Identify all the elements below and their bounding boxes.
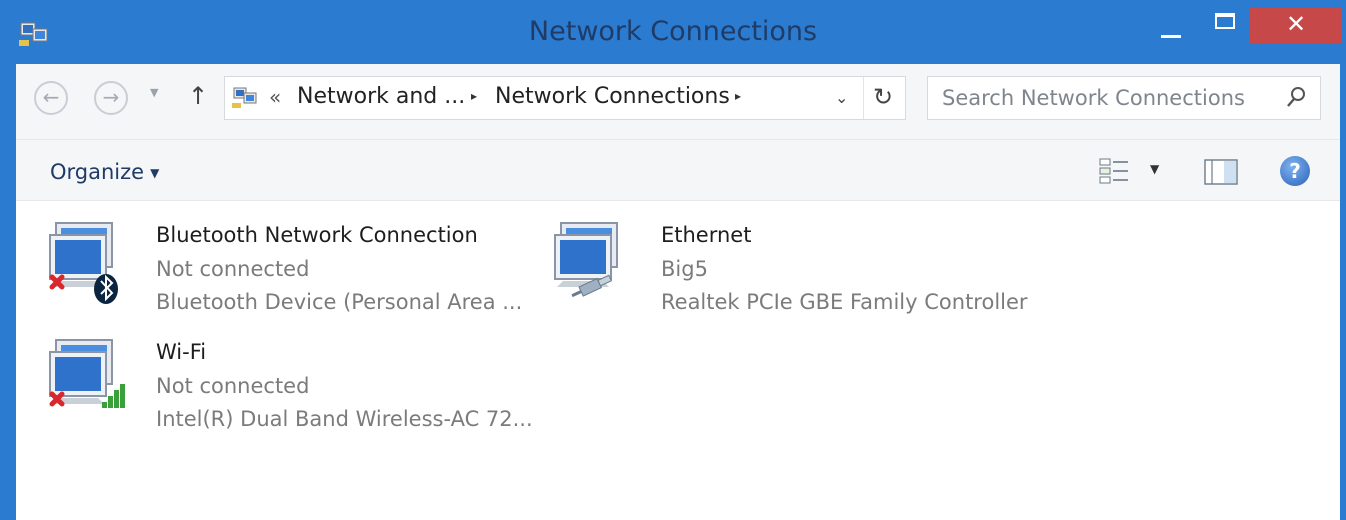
ethernet-network-icon [554, 222, 618, 298]
close-button[interactable]: ✕ [1250, 8, 1342, 44]
breadcrumb-separator[interactable]: ▸ [735, 89, 741, 103]
title-bar: Network Connections ✕ [0, 0, 1346, 64]
back-arrow-icon: ← [42, 85, 60, 109]
bluetooth-network-icon [49, 222, 118, 304]
connections-list: Bluetooth Network Connection Not connect… [16, 201, 1340, 520]
breadcrumb-network-and-sharing[interactable]: Network and ... [297, 84, 465, 109]
close-icon: ✕ [1285, 10, 1307, 38]
window-client: ← → ▼ ↑ « Network and ... ▸ Network Conn… [16, 64, 1340, 520]
forward-button[interactable]: → [94, 81, 128, 115]
connection-device: Realtek PCIe GBE Family Controller [661, 290, 1028, 314]
breadcrumb-separator[interactable]: ▸ [471, 89, 477, 103]
chevron-down-icon: ▼ [150, 166, 160, 180]
connection-device: Bluetooth Device (Personal Area ... [156, 290, 523, 314]
navigation-bar: ← → ▼ ↑ « Network and ... ▸ Network Conn… [16, 64, 1340, 139]
connection-item-bluetooth[interactable]: Bluetooth Network Connection Not connect… [16, 201, 536, 314]
minimize-button[interactable] [1145, 8, 1205, 48]
connection-status: Not connected [156, 257, 310, 281]
change-view-icon[interactable] [1098, 156, 1132, 186]
connection-item-wifi[interactable]: Wi-Fi Not connected Intel(R) Dual Band W… [16, 318, 536, 431]
organize-menu[interactable]: Organize ▼ [50, 160, 159, 184]
wifi-network-icon [49, 339, 125, 408]
view-options-dropdown[interactable]: ▼ [1150, 162, 1159, 176]
maximize-icon [1215, 13, 1235, 29]
address-divider [863, 77, 864, 119]
up-arrow-icon: ↑ [188, 82, 209, 110]
disconnected-x-icon [49, 274, 65, 290]
address-bar[interactable]: « Network and ... ▸ Network Connections … [224, 76, 906, 120]
search-box[interactable]: Search Network Connections [927, 76, 1321, 120]
address-history-dropdown[interactable]: ⌄ [835, 88, 848, 107]
search-input[interactable]: Search Network Connections [942, 86, 1245, 110]
connection-item-ethernet[interactable]: Ethernet Big5 Realtek PCIe GBE Family Co… [521, 201, 1041, 314]
connection-device: Intel(R) Dual Band Wireless-AC 72... [156, 407, 533, 431]
back-button[interactable]: ← [34, 81, 68, 115]
network-connections-icon [232, 87, 257, 108]
connection-status: Big5 [661, 257, 708, 281]
disconnected-x-icon [49, 391, 65, 407]
breadcrumb-overflow[interactable]: « [269, 85, 281, 109]
maximize-button[interactable] [1205, 8, 1249, 48]
connection-name: Wi-Fi [156, 340, 207, 364]
preview-pane-icon[interactable] [1204, 158, 1238, 186]
connection-name: Ethernet [661, 223, 752, 247]
connection-name: Bluetooth Network Connection [156, 223, 478, 247]
command-bar: Organize ▼ ▼ ? [16, 139, 1340, 201]
help-icon[interactable]: ? [1280, 156, 1310, 186]
up-button[interactable]: ↑ [188, 82, 208, 110]
minimize-icon [1161, 35, 1181, 38]
organize-label: Organize [50, 160, 145, 184]
refresh-icon[interactable]: ↻ [873, 83, 893, 111]
connection-status: Not connected [156, 374, 310, 398]
breadcrumb-network-connections[interactable]: Network Connections [495, 84, 730, 109]
forward-arrow-icon: → [102, 85, 120, 109]
recent-locations-dropdown[interactable]: ▼ [150, 86, 158, 99]
search-icon[interactable] [1284, 84, 1308, 110]
